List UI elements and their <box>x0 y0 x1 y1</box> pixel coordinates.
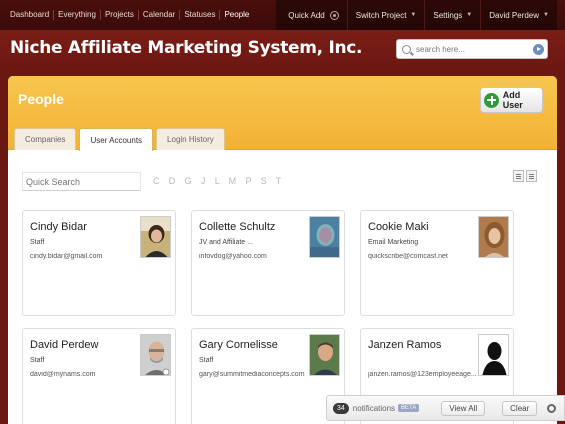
user-role: Email Marketing <box>368 239 419 246</box>
grid-view-icon[interactable] <box>526 170 537 182</box>
people-panel: People Add User Companies User Accounts … <box>8 76 557 424</box>
user-email[interactable]: janzen.ramos@123employeeage... <box>368 371 478 378</box>
account-nav: Quick Add Switch Project ▼ Settings ▼ Da… <box>276 0 557 30</box>
user-name: Cindy Bidar <box>30 221 87 233</box>
chevron-down-icon: ▼ <box>466 12 473 18</box>
global-search <box>396 39 548 59</box>
chevron-down-icon: ▼ <box>410 12 417 18</box>
avatar-photo <box>141 217 170 257</box>
avatar <box>309 216 340 258</box>
nav-statuses[interactable]: Statuses <box>180 10 221 20</box>
user-email[interactable]: gary@summitmediaconcepts.com <box>199 371 309 378</box>
quick-add-menu[interactable]: Quick Add <box>280 0 346 30</box>
avatar-photo <box>310 335 339 375</box>
user-email[interactable]: cindy.bidar@gmail.com <box>30 253 140 260</box>
top-nav-bar: Dashboard Everything Projects Calendar S… <box>0 0 565 30</box>
tab-login-history[interactable]: Login History <box>156 128 225 150</box>
plus-icon <box>484 92 499 108</box>
nav-everything[interactable]: Everything <box>54 10 101 20</box>
quick-add-label: Quick Add <box>288 10 325 20</box>
user-email[interactable]: quickscribe@comcast.net <box>368 253 478 260</box>
app-header: Niche Affiliate Marketing System, Inc. <box>0 30 565 74</box>
beta-badge: BETA <box>398 404 420 412</box>
app-title: Niche Affiliate Marketing System, Inc. <box>10 38 363 58</box>
avatar <box>140 334 171 376</box>
avatar-photo <box>479 217 508 257</box>
notifications-label[interactable]: notifications <box>353 404 395 413</box>
user-name: David Perdew <box>489 10 540 20</box>
nav-calendar[interactable]: Calendar <box>139 10 181 20</box>
avatar-photo <box>141 335 170 375</box>
nav-dashboard[interactable]: Dashboard <box>6 10 55 20</box>
list-toolbar: C D G J L M P S T <box>22 170 542 192</box>
letter-filter[interactable]: C D G J L M P S T <box>153 176 285 186</box>
avatar <box>309 334 340 376</box>
tab-user-accounts[interactable]: User Accounts <box>79 128 154 151</box>
search-input[interactable] <box>416 44 528 54</box>
clear-button[interactable]: Clear <box>502 400 538 416</box>
user-email[interactable]: infovdog@yahoo.com <box>199 253 309 260</box>
quick-add-icon <box>329 10 339 20</box>
panel-header: People Add User Companies User Accounts … <box>8 76 557 151</box>
search-icon <box>402 44 411 54</box>
add-user-button[interactable]: Add User <box>480 87 543 113</box>
notification-bar: 34 notifications BETA View All Clear <box>326 395 565 421</box>
notification-count-badge: 34 <box>333 402 349 414</box>
nav-people[interactable]: People <box>220 10 253 20</box>
default-avatar-silhouette-icon <box>479 335 508 375</box>
gear-icon[interactable] <box>547 403 557 413</box>
tab-companies[interactable]: Companies <box>14 128 77 150</box>
switch-project-menu[interactable]: Switch Project ▼ <box>346 0 425 30</box>
avatar-photo <box>310 217 339 257</box>
chevron-down-icon: ▼ <box>543 12 549 18</box>
user-menu[interactable]: David Perdew ▼ <box>480 0 557 30</box>
user-card[interactable]: Cookie Maki Email Marketing quickscribe@… <box>360 210 514 316</box>
user-role: JV and Affiliate ... <box>199 239 253 246</box>
switch-project-label: Switch Project <box>355 10 407 20</box>
user-card[interactable]: Gary Cornelisse Staff gary@summitmediaco… <box>191 328 345 424</box>
user-name: Janzen Ramos <box>368 339 442 351</box>
user-role: Staff <box>30 239 45 246</box>
user-name: David Perdew <box>30 339 99 351</box>
avatar <box>478 334 509 376</box>
nav-projects[interactable]: Projects <box>101 10 139 20</box>
user-name: Collette Schultz <box>199 221 276 233</box>
view-all-button[interactable]: View All <box>441 400 486 416</box>
settings-label: Settings <box>433 10 463 20</box>
page-title: People <box>18 91 64 107</box>
quick-search-input[interactable] <box>22 172 141 191</box>
user-role: Staff <box>30 357 45 364</box>
tabs: Companies User Accounts Login History <box>14 128 228 151</box>
avatar <box>478 216 509 258</box>
avatar <box>140 216 171 258</box>
settings-menu[interactable]: Settings ▼ <box>424 0 480 30</box>
user-card[interactable]: Collette Schultz JV and Affiliate ... in… <box>191 210 345 316</box>
main-nav: Dashboard Everything Projects Calendar S… <box>6 0 253 30</box>
user-card[interactable]: Cindy Bidar Staff cindy.bidar@gmail.com <box>22 210 176 316</box>
user-name: Cookie Maki <box>368 221 429 233</box>
user-role: Staff <box>199 357 214 364</box>
user-email[interactable]: david@mynams.com <box>30 371 140 378</box>
list-view-icon[interactable] <box>513 170 524 182</box>
add-user-label: Add User <box>502 90 523 110</box>
search-go-icon[interactable] <box>533 44 544 55</box>
view-toggle <box>511 170 537 182</box>
user-name: Gary Cornelisse <box>199 339 278 351</box>
user-card[interactable]: David Perdew Staff david@mynams.com <box>22 328 176 424</box>
